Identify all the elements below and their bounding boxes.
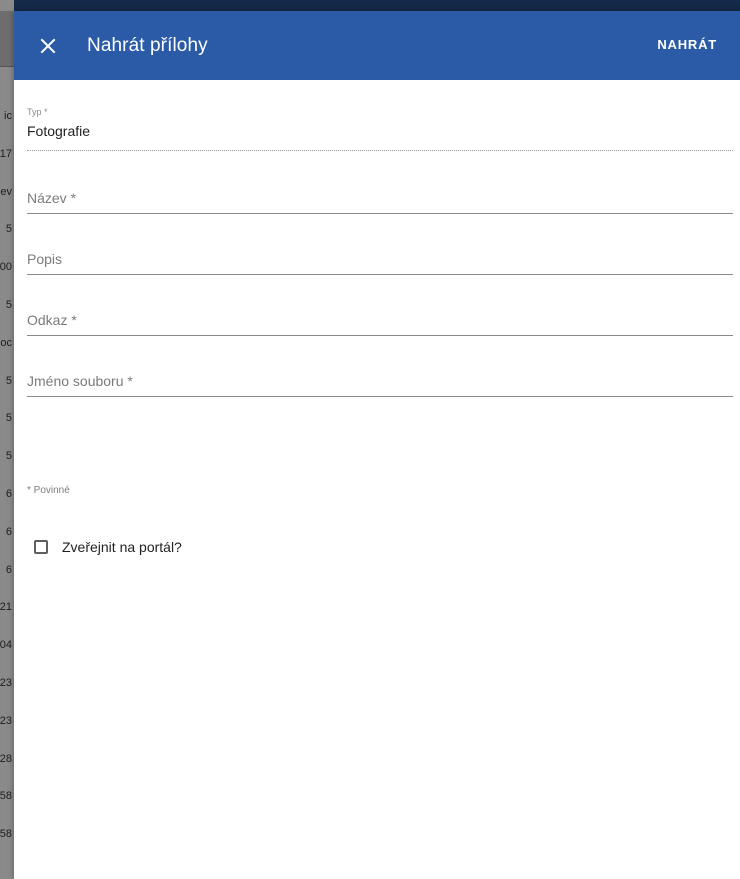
background-number: 58 [0,828,12,841]
dialog-title: Nahrát přílohy [87,35,208,56]
publish-checkbox-label: Zveřejnit na portál? [62,539,182,555]
background-number: 28 [0,752,12,765]
publish-checkbox-row[interactable]: Zveřejnit na portál? [34,539,182,555]
background-app-bar [0,0,740,11]
background-header-strip [0,11,14,67]
background-number: 58 [0,790,12,803]
background-number: 6 [5,563,12,576]
required-note: * Povinné [27,485,70,496]
background-number: ic [4,110,12,122]
background-number: 00 [0,261,12,274]
background-number: ev [0,185,12,198]
type-select-underline [27,150,733,151]
background-number: 21 [0,601,12,614]
name-input[interactable] [27,183,733,214]
upload-attachments-dialog: Nahrát přílohy NAHRÁT Typ * Fotografie *… [14,11,740,879]
background-number: 5 [5,450,12,463]
background-number: 04 [0,639,12,652]
link-input[interactable] [27,305,733,336]
filename-input[interactable] [27,366,733,397]
type-select-value: Fotografie [27,123,91,139]
close-icon [40,38,56,54]
type-select[interactable]: Typ * Fotografie [27,80,733,155]
publish-checkbox[interactable] [34,540,48,554]
background-number: 6 [5,525,12,538]
background-number: 23 [0,677,12,689]
upload-button[interactable]: NAHRÁT [657,37,717,52]
background-number: oc [0,336,12,349]
background-page: ic 17 ev 5 00 5 oc 5 5 5 6 6 6 21 04 23 23 28 58 58 [0,0,14,879]
background-number: 23 [0,714,12,727]
close-button[interactable] [37,35,59,57]
background-number: 5 [5,299,12,311]
background-number: 17 [0,147,12,160]
background-number: 6 [5,488,12,500]
description-input[interactable] [27,244,733,275]
type-select-label: Typ * [27,107,48,117]
dialog-toolbar: Nahrát přílohy NAHRÁT [14,11,740,80]
background-number: 5 [5,374,12,387]
background-number: 5 [5,412,12,425]
background-number: 5 [5,223,12,236]
